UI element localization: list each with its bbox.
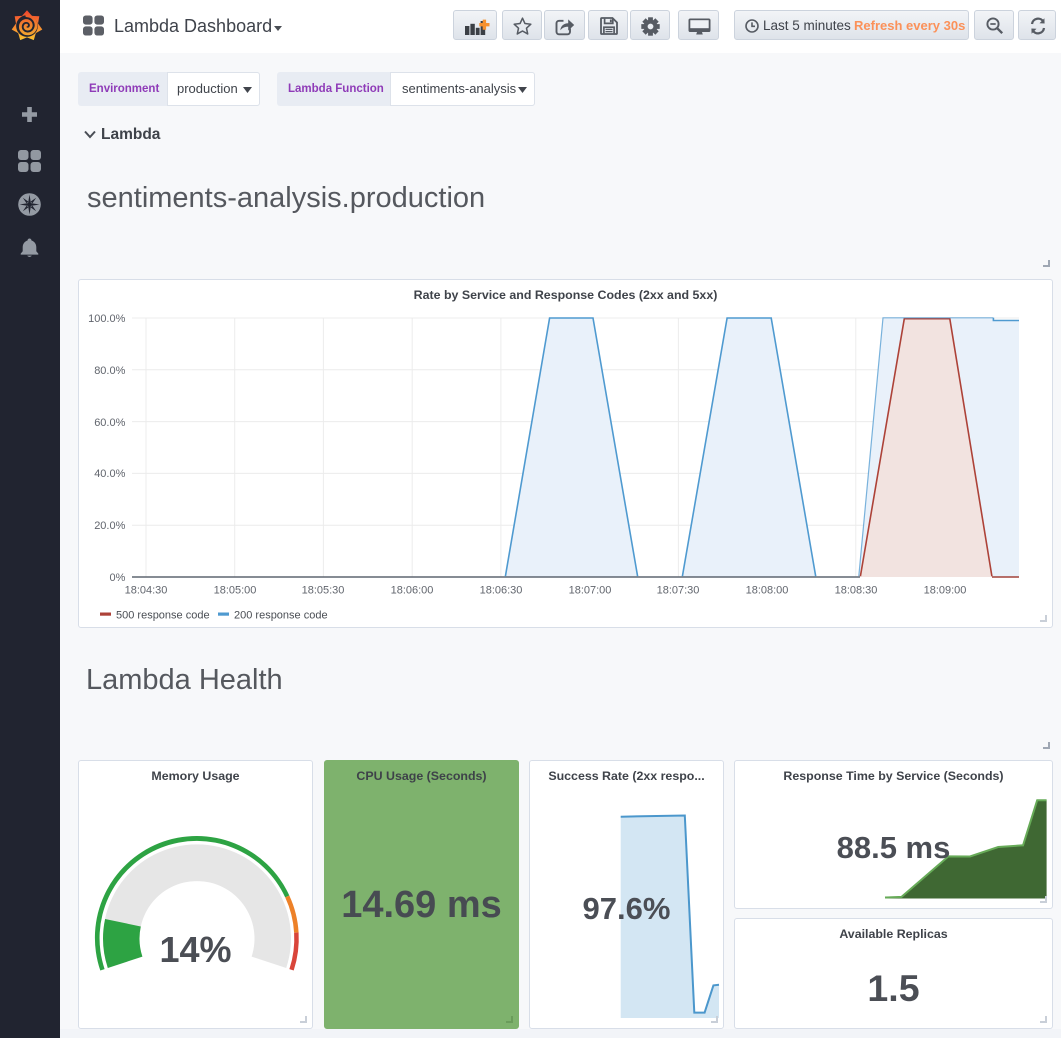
svg-text:100.0%: 100.0% <box>88 313 126 325</box>
svg-text:18:07:00: 18:07:00 <box>569 585 612 597</box>
svg-text:40.0%: 40.0% <box>94 468 125 480</box>
svg-text:18:05:30: 18:05:30 <box>302 585 345 597</box>
svg-text:0%: 0% <box>109 572 125 584</box>
svg-text:500 response code: 500 response code <box>116 610 210 622</box>
svg-text:20.0%: 20.0% <box>94 520 125 532</box>
svg-text:18:04:30: 18:04:30 <box>125 585 168 597</box>
svg-text:200 response code: 200 response code <box>234 610 328 622</box>
svg-text:18:08:00: 18:08:00 <box>746 585 789 597</box>
svg-text:18:09:00: 18:09:00 <box>924 585 967 597</box>
svg-text:80.0%: 80.0% <box>94 365 125 377</box>
svg-text:60.0%: 60.0% <box>94 417 125 429</box>
svg-text:18:07:30: 18:07:30 <box>657 585 700 597</box>
svg-text:18:06:30: 18:06:30 <box>480 585 523 597</box>
svg-text:18:05:00: 18:05:00 <box>214 585 257 597</box>
svg-text:18:06:00: 18:06:00 <box>391 585 434 597</box>
svg-text:18:08:30: 18:08:30 <box>835 585 878 597</box>
